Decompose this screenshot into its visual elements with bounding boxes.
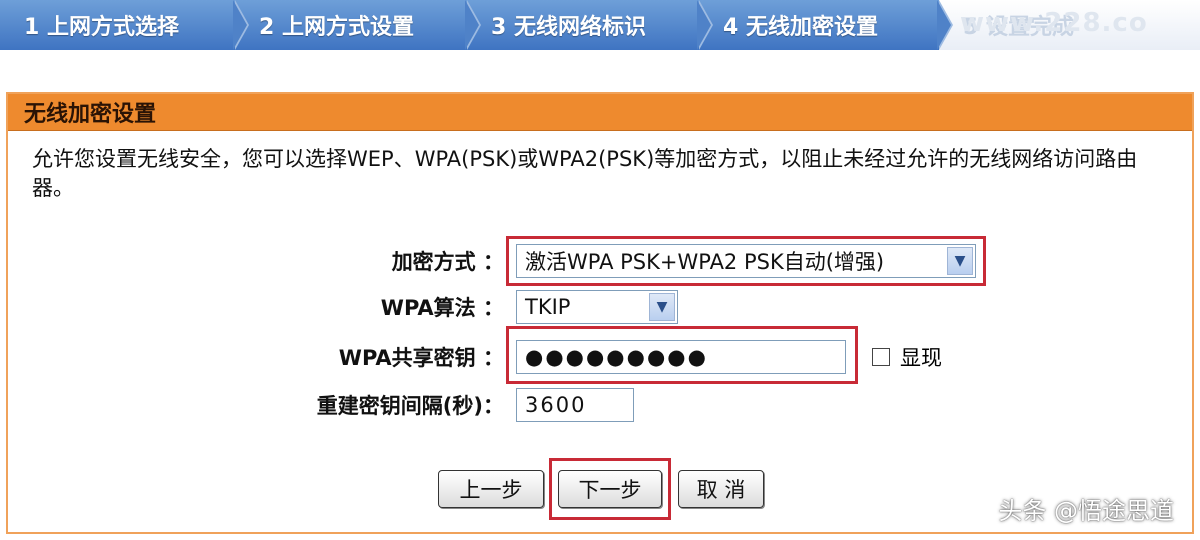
prev-button[interactable]: 上一步 [438, 470, 544, 508]
panel-description: 允许您设置无线安全，您可以选择WEP、WPA(PSK)或WPA2(PSK)等加密… [32, 147, 1138, 200]
wizard-step-1[interactable]: 1 上网方式选择 [0, 0, 249, 50]
encryption-highlight [506, 236, 986, 286]
chevron-right-icon [937, 0, 953, 50]
wizard-step-4[interactable]: 4 无线加密设置 [699, 0, 953, 50]
show-password-toggle[interactable]: 显现 [872, 342, 942, 372]
panel-title: 无线加密设置 [8, 94, 1192, 131]
wizard-step-3-label: 3 无线网络标识 [491, 15, 646, 40]
rekey-interval-input[interactable]: 3600 [516, 388, 634, 422]
rekey-interval-row: 重建密钥间隔(秒)： 3600 [280, 388, 634, 422]
wizard-steps-bar: 1 上网方式选择 2 上网方式设置 3 无线网络标识 4 无线加密设置 5 设置… [0, 0, 1200, 50]
wizard-step-3[interactable]: 3 无线网络标识 [467, 0, 713, 50]
shared-key-highlight [506, 326, 858, 384]
chevron-right-icon [465, 0, 481, 50]
next-button-highlight [549, 458, 671, 520]
algorithm-select-value: TKIP [525, 295, 571, 319]
shared-key-label: WPA共享密钥 ： [338, 346, 504, 370]
algorithm-select[interactable]: TKIP ▼ [516, 290, 678, 324]
wizard-step-4-label: 4 无线加密设置 [723, 15, 878, 40]
rekey-interval-label: 重建密钥间隔(秒)： [316, 394, 504, 418]
chevron-down-icon[interactable]: ▼ [649, 293, 675, 321]
cancel-button[interactable]: 取 消 [678, 470, 764, 508]
encryption-label: 加密方式 ： [391, 250, 504, 274]
algorithm-row: WPA算法 ： TKIP ▼ [300, 290, 678, 324]
chevron-right-icon [233, 0, 249, 50]
show-password-label: 显现 [900, 346, 942, 370]
router-setup-page: 1 上网方式选择 2 上网方式设置 3 无线网络标识 4 无线加密设置 5 设置… [0, 0, 1200, 540]
site-watermark: www.228.co [960, 8, 1148, 38]
wizard-step-2[interactable]: 2 上网方式设置 [235, 0, 481, 50]
algorithm-label: WPA算法 ： [380, 296, 504, 320]
chevron-right-icon [697, 0, 713, 50]
wizard-step-1-label: 1 上网方式选择 [24, 15, 179, 40]
author-watermark: 头条 @悟途思道 [998, 497, 1174, 525]
wizard-step-2-label: 2 上网方式设置 [259, 15, 414, 40]
show-password-checkbox[interactable] [872, 348, 890, 366]
